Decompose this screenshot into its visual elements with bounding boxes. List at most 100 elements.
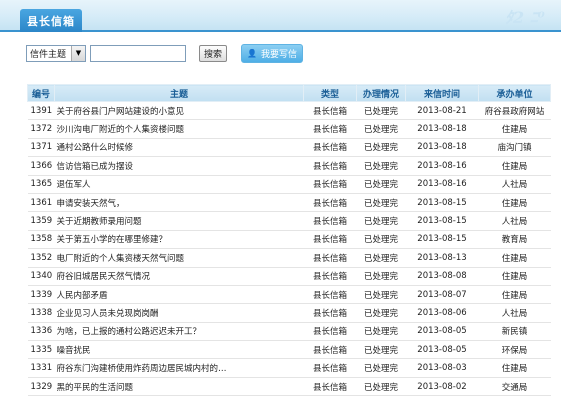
table-row[interactable]: 1391 关于府谷县门户网站建设的小意见 县长信箱 已处理完 2013-08-21 府谷县… [27, 101, 551, 121]
row-date: 2013-08-18 [405, 138, 479, 158]
search-field-select[interactable]: 信件主题 ▼ [26, 44, 86, 62]
write-letter-button[interactable]: 👤 我要写信 [241, 43, 303, 63]
row-date: 2013-08-06 [405, 303, 479, 323]
row-subject-link[interactable]: 通村公路什么时候修 [54, 138, 304, 158]
table-row[interactable]: 1361 申请安装天然气， 县长信箱 已处理完 2013-08-15 住建局 [27, 193, 551, 213]
row-subject-link[interactable]: 黑的平民的生活问题 [54, 377, 304, 397]
column-header-subject[interactable]: 主题 [54, 84, 304, 102]
header-decoration: ﾀ2 ﾆ⁰ [505, 8, 545, 27]
row-subject-link[interactable]: 信访信箱已成为摆设 [54, 156, 304, 176]
row-date: 2013-08-13 [405, 248, 479, 268]
table-row[interactable]: 1366 信访信箱已成为摆设 县长信箱 已处理完 2013-08-16 住建局 [27, 156, 551, 176]
row-number: 1359 [27, 211, 55, 231]
row-status: 已处理完 [356, 211, 406, 231]
table-row[interactable]: 1339 人民内部矛盾 县长信箱 已处理完 2013-08-07 住建局 [27, 285, 551, 305]
row-subject-link[interactable]: 关于第五小学的在哪里修建？ [54, 230, 304, 250]
row-department: 住建局 [478, 248, 551, 268]
row-type: 县长信箱 [303, 377, 357, 397]
row-subject-link[interactable]: 关于府谷县门户网站建设的小意见 [54, 101, 304, 121]
column-header-number[interactable]: 编号 [27, 84, 55, 102]
row-status: 已处理完 [356, 358, 406, 378]
row-status: 已处理完 [356, 119, 406, 139]
row-department: 住建局 [478, 285, 551, 305]
row-type: 县长信箱 [303, 248, 357, 268]
row-subject-link[interactable]: 为啥，已上报的通村公路迟迟未开工？ [54, 322, 304, 342]
row-department: 教育局 [478, 230, 551, 250]
column-header-status[interactable]: 办理情况 [356, 84, 406, 102]
row-subject-link[interactable]: 企业见习人员未兑现岗岗酬 [54, 303, 304, 323]
top-header-bar: 县长信箱 ﾀ2 ﾆ⁰ [0, 0, 561, 32]
row-number: 1365 [27, 175, 55, 194]
row-subject-link[interactable]: 府谷旧城居民天然气情况 [54, 267, 304, 286]
row-department: 府谷县政府网站 [478, 101, 551, 121]
row-number: 1331 [27, 358, 55, 378]
row-status: 已处理完 [356, 377, 406, 397]
row-status: 已处理完 [356, 138, 406, 158]
column-header-date[interactable]: 来信时间 [405, 84, 479, 102]
table-row[interactable]: 1372 沙川沟电厂附近的个人集资楼问题 县长信箱 已处理完 2013-08-18 住建局 [27, 119, 551, 139]
row-date: 2013-08-16 [405, 156, 479, 176]
row-status: 已处理完 [356, 230, 406, 250]
table-row[interactable]: 1365 退伍军人 县长信箱 已处理完 2013-08-16 人社局 [27, 175, 551, 194]
row-department: 住建局 [478, 119, 551, 139]
row-department: 人社局 [478, 211, 551, 231]
row-department: 住建局 [478, 267, 551, 286]
table-row[interactable]: 1335 噪音扰民 县长信箱 已处理完 2013-08-05 环保局 [27, 340, 551, 360]
row-subject-link[interactable]: 府谷东门沟建桥使用炸药周边居民城内村的… [54, 358, 304, 378]
table-row[interactable]: 1338 企业见习人员未兑现岗岗酬 县长信箱 已处理完 2013-08-06 人社局 [27, 303, 551, 323]
row-date: 2013-08-05 [405, 340, 479, 360]
row-status: 已处理完 [356, 175, 406, 194]
row-date: 2013-08-05 [405, 322, 479, 342]
row-status: 已处理完 [356, 248, 406, 268]
row-date: 2013-08-03 [405, 358, 479, 378]
mayor-mailbox-tab[interactable]: 县长信箱 [20, 9, 82, 32]
row-number: 1372 [27, 119, 55, 139]
row-number: 1329 [27, 377, 55, 397]
row-status: 已处理完 [356, 340, 406, 360]
row-number: 1336 [27, 322, 55, 342]
row-status: 已处理完 [356, 156, 406, 176]
row-type: 县长信箱 [303, 340, 357, 360]
row-subject-link[interactable]: 申请安装天然气， [54, 193, 304, 213]
row-department: 住建局 [478, 358, 551, 378]
row-type: 县长信箱 [303, 119, 357, 139]
row-department: 住建局 [478, 156, 551, 176]
chevron-down-icon[interactable]: ▼ [71, 45, 85, 61]
table-row[interactable]: 1340 府谷旧城居民天然气情况 县长信箱 已处理完 2013-08-08 住建局 [27, 267, 551, 286]
row-date: 2013-08-15 [405, 230, 479, 250]
row-department: 住建局 [478, 193, 551, 213]
row-department: 人社局 [478, 303, 551, 323]
search-row: 信件主题 ▼ 搜索 👤 我要写信 [26, 43, 303, 63]
row-type: 县长信箱 [303, 175, 357, 194]
table-row[interactable]: 1336 为啥，已上报的通村公路迟迟未开工？ 县长信箱 已处理完 2013-08-05 新… [27, 322, 551, 342]
table-row[interactable]: 1358 关于第五小学的在哪里修建？ 县长信箱 已处理完 2013-08-15 教育局 [27, 230, 551, 250]
row-department: 交通局 [478, 377, 551, 397]
row-subject-link[interactable]: 关于近期教师录用问题 [54, 211, 304, 231]
row-number: 1366 [27, 156, 55, 176]
row-date: 2013-08-15 [405, 211, 479, 231]
row-number: 1339 [27, 285, 55, 305]
row-subject-link[interactable]: 沙川沟电厂附近的个人集资楼问题 [54, 119, 304, 139]
column-header-department[interactable]: 承办单位 [478, 84, 551, 102]
row-subject-link[interactable]: 人民内部矛盾 [54, 285, 304, 305]
row-type: 县长信箱 [303, 156, 357, 176]
table-row[interactable]: 1371 通村公路什么时候修 县长信箱 已处理完 2013-08-18 庙沟门镇 [27, 138, 551, 158]
search-input[interactable] [90, 44, 186, 62]
row-status: 已处理完 [356, 285, 406, 305]
row-date: 2013-08-16 [405, 175, 479, 194]
row-status: 已处理完 [356, 193, 406, 213]
table-row[interactable]: 1329 黑的平民的生活问题 县长信箱 已处理完 2013-08-02 交通局 [27, 377, 551, 397]
row-status: 已处理完 [356, 322, 406, 342]
row-number: 1358 [27, 230, 55, 250]
table-row[interactable]: 1352 电厂附近的个人集资楼天然气问题 县长信箱 已处理完 2013-08-13 住建局 [27, 248, 551, 268]
table-row[interactable]: 1331 府谷东门沟建桥使用炸药周边居民城内村的… 县长信箱 已处理完 2013-08-… [27, 358, 551, 378]
table-row[interactable]: 1359 关于近期教师录用问题 县长信箱 已处理完 2013-08-15 人社局 [27, 211, 551, 231]
row-subject-link[interactable]: 电厂附近的个人集资楼天然气问题 [54, 248, 304, 268]
column-header-type[interactable]: 类型 [303, 84, 357, 102]
user-icon: 👤 [247, 48, 257, 58]
row-subject-link[interactable]: 退伍军人 [54, 175, 304, 194]
row-department: 新民镇 [478, 322, 551, 342]
search-button[interactable]: 搜索 [199, 44, 227, 62]
row-status: 已处理完 [356, 101, 406, 121]
row-subject-link[interactable]: 噪音扰民 [54, 340, 304, 360]
